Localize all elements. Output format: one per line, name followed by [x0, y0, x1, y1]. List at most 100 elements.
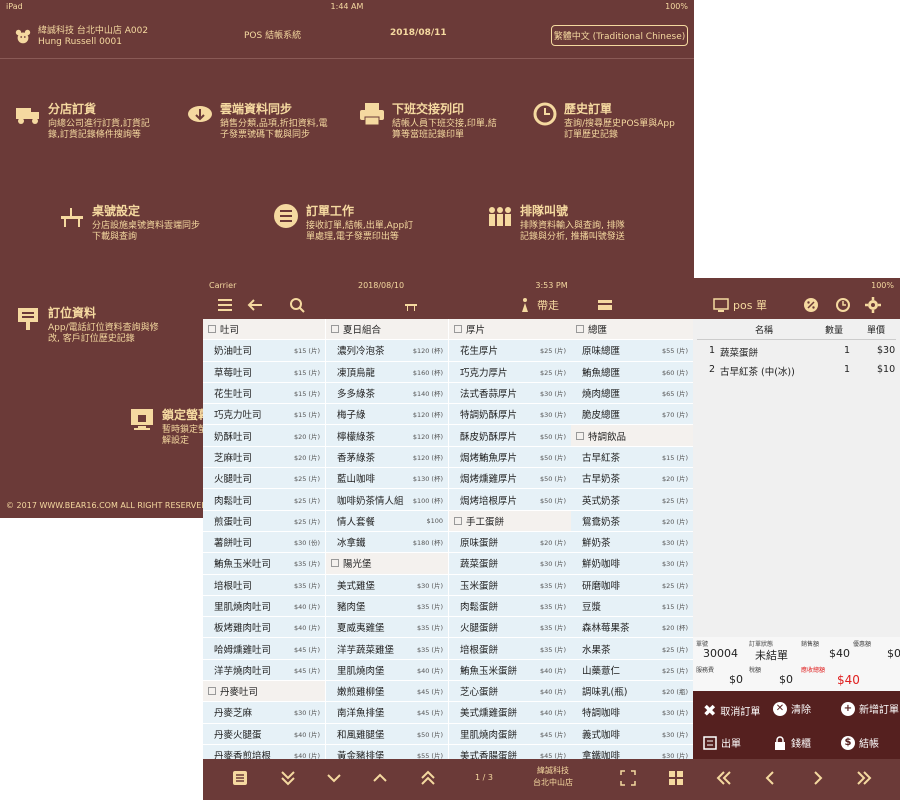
product-item[interactable]: 火腿吐司 $25 (片) — [203, 468, 325, 490]
product-item[interactable]: 肉鬆蛋餅 $35 (片) — [449, 595, 571, 618]
new-order-button[interactable]: + 新增訂單 — [841, 701, 899, 716]
product-item[interactable]: 特調咖啡 $30 (片) — [571, 702, 693, 724]
product-item[interactable]: 美式雞堡 $30 (片) — [326, 574, 448, 596]
product-item[interactable]: 鮪魚玉米吐司 $35 (片) — [203, 553, 325, 575]
product-item[interactable]: 花生吐司 $15 (片) — [203, 382, 325, 405]
product-item[interactable]: 南洋魚排堡 $45 (片) — [326, 702, 448, 724]
menu-shift-print[interactable]: 下班交接列印 結帳人員下班交接,印單,結 算等當班記錄印單 — [358, 100, 497, 141]
product-item[interactable]: 煎蛋吐司 $25 (片) — [203, 510, 325, 532]
product-item[interactable]: 研磨咖啡 $25 (片) — [571, 574, 693, 596]
product-item[interactable]: 嫩煎雞柳堡 $45 (片) — [326, 681, 448, 703]
next-page-button[interactable] — [809, 769, 827, 792]
product-item[interactable]: 藍山咖啡 $130 (杯) — [326, 468, 448, 490]
search-button[interactable] — [289, 295, 305, 315]
product-item[interactable]: 梅子綠 $120 (杯) — [326, 404, 448, 426]
product-item[interactable]: 芝麻吐司 $20 (片) — [203, 446, 325, 469]
product-item[interactable]: 燒肉總匯 $65 (片) — [571, 382, 693, 405]
product-item[interactable]: 原味蛋餅 $20 (片) — [449, 531, 571, 554]
menu-order-work[interactable]: 訂單工作 接收訂單,結帳,出單,App訂 單處理,電子發票印出等 — [272, 202, 413, 243]
product-item[interactable]: 酥皮奶酥厚片 $50 (片) — [449, 425, 571, 447]
product-item[interactable]: 芝心蛋餅 $40 (片) — [449, 681, 571, 703]
product-item[interactable]: 里肌燒肉蛋餅 $45 (片) — [449, 723, 571, 745]
menu-lock-screen[interactable]: 鎖定螢幕 暫時鎖定螢 解設定 — [128, 406, 210, 447]
cancel-order-button[interactable]: ✖ 取消訂單 — [703, 701, 760, 720]
product-item[interactable]: 花生厚片 $25 (片) — [449, 340, 571, 362]
clear-button[interactable]: ✕ 清除 — [773, 701, 811, 716]
product-item[interactable]: 情人套餐 $100 — [326, 510, 448, 532]
order-row[interactable]: 2 古早紅茶 (中(冰)) 1 $10 — [693, 364, 900, 380]
product-item[interactable]: 火腿蛋餅 $35 (片) — [449, 617, 571, 639]
menu-reservation[interactable]: 訂位資料 App/電話訂位資料查詢與修 改, 客戶訂位歷史記錄 — [14, 304, 159, 345]
fullscreen-button[interactable] — [619, 769, 637, 792]
product-item[interactable]: 鴛鴦奶茶 $20 (片) — [571, 510, 693, 532]
card-button[interactable] — [597, 295, 613, 315]
product-item[interactable]: 法式香蒜厚片 $30 (片) — [449, 382, 571, 405]
product-item[interactable]: 薯餅吐司 $30 (份) — [203, 531, 325, 554]
checkout-button[interactable]: $ 結帳 — [841, 735, 879, 750]
product-item[interactable]: 濃列冷泡茶 $120 (杯) — [326, 340, 448, 362]
product-item[interactable]: 咖啡奶茶情人組 $100 (杯) — [326, 489, 448, 511]
product-item[interactable]: 焗烤燻雞厚片 $50 (片) — [449, 468, 571, 490]
product-item[interactable]: 英式奶茶 $25 (片) — [571, 489, 693, 511]
product-item[interactable]: 脆皮總匯 $70 (片) — [571, 404, 693, 426]
back-button[interactable] — [247, 295, 263, 315]
product-item[interactable]: 山藥薏仁 $25 (片) — [571, 659, 693, 682]
product-item[interactable]: 豬肉堡 $35 (片) — [326, 595, 448, 618]
menu-table-setting[interactable]: 桌號設定 分店設施桌號資料雲端同步 下載與查詢 — [58, 202, 200, 243]
grid-view-button[interactable] — [667, 769, 685, 792]
product-item[interactable]: 哈姆燻雞吐司 $45 (片) — [203, 638, 325, 660]
product-item[interactable]: 古早奶茶 $20 (片) — [571, 468, 693, 490]
product-item[interactable]: 里肌燒肉堡 $40 (片) — [326, 659, 448, 682]
order-row[interactable]: 1 蔬菜蛋餅 1 $30 — [693, 345, 900, 361]
product-item[interactable]: 奶油吐司 $15 (片) — [203, 340, 325, 362]
print-order-button[interactable]: 出單 — [703, 735, 741, 750]
language-button[interactable]: 繁體中文 (Traditional Chinese) — [551, 25, 688, 46]
takeout-button[interactable]: 帶走 — [517, 295, 559, 315]
product-item[interactable]: 洋芋蔬菜雞堡 $35 (片) — [326, 638, 448, 660]
product-item[interactable]: 水果茶 $25 (片) — [571, 638, 693, 660]
product-item[interactable]: 丹麥芝麻 $30 (片) — [203, 702, 325, 724]
menu-order-history[interactable]: 歷史訂單 查詢/搜尋歷史POS單與App 訂單歷史記錄 — [530, 100, 675, 141]
scroll-up-button[interactable] — [371, 769, 389, 792]
product-item[interactable]: 豆漿 $15 (片) — [571, 595, 693, 618]
product-item[interactable]: 美式燻雞蛋餅 $40 (片) — [449, 702, 571, 724]
product-item[interactable]: 玉米蛋餅 $35 (片) — [449, 574, 571, 596]
settings-button[interactable] — [865, 295, 881, 315]
pos-order-button[interactable]: pos 單 — [713, 295, 767, 315]
product-item[interactable]: 板烤雞肉吐司 $40 (片) — [203, 617, 325, 639]
product-item[interactable]: 多多綠茶 $140 (杯) — [326, 382, 448, 405]
product-item[interactable]: 冰拿鐵 $180 (杯) — [326, 531, 448, 554]
list-button[interactable] — [231, 769, 249, 792]
product-item[interactable]: 洋芋燒肉吐司 $45 (片) — [203, 659, 325, 682]
product-item[interactable]: 草莓吐司 $15 (片) — [203, 361, 325, 383]
scroll-top-button[interactable] — [419, 769, 437, 792]
product-item[interactable]: 肉鬆吐司 $25 (片) — [203, 489, 325, 511]
product-item[interactable]: 焗烤鮪魚厚片 $50 (片) — [449, 446, 571, 469]
product-item[interactable]: 夏威夷雞堡 $35 (片) — [326, 617, 448, 639]
prev-page-button[interactable] — [761, 769, 779, 792]
product-item[interactable]: 培根吐司 $35 (片) — [203, 574, 325, 596]
product-item[interactable]: 森林莓果茶 $20 (杯) — [571, 617, 693, 639]
discount-button[interactable] — [803, 295, 819, 315]
product-item[interactable]: 和風雞腿堡 $50 (片) — [326, 723, 448, 745]
product-item[interactable]: 焗烤培根厚片 $50 (片) — [449, 489, 571, 511]
last-page-button[interactable] — [855, 769, 873, 792]
product-item[interactable]: 古早紅茶 $15 (片) — [571, 446, 693, 469]
menu-queue[interactable]: 排隊叫號 排隊資料輸入與查詢, 排隊 記錄與分析, 推播叫號發送 — [486, 202, 625, 243]
menu-branch-order[interactable]: 分店訂貨 向總公司進行訂貨,訂貨記 錄,訂貨記錄條件搜詢等 — [14, 100, 150, 141]
product-item[interactable]: 巧克力吐司 $15 (片) — [203, 404, 325, 426]
product-item[interactable]: 鮪魚玉米蛋餅 $40 (片) — [449, 659, 571, 682]
product-item[interactable]: 培根蛋餅 $35 (片) — [449, 638, 571, 660]
menu-button[interactable] — [217, 295, 233, 315]
history-button[interactable] — [835, 295, 851, 315]
cash-drawer-button[interactable]: 錢櫃 — [773, 735, 811, 750]
product-item[interactable]: 香茅綠茶 $120 (杯) — [326, 446, 448, 469]
scroll-bottom-button[interactable] — [279, 769, 297, 792]
product-item[interactable]: 鮮奶茶 $30 (片) — [571, 531, 693, 554]
product-item[interactable]: 蔬菜蛋餅 $30 (片) — [449, 553, 571, 575]
product-item[interactable]: 凍頂烏龍 $160 (杯) — [326, 361, 448, 383]
scroll-down-button[interactable] — [325, 769, 343, 792]
product-item[interactable]: 義式咖啡 $30 (片) — [571, 723, 693, 745]
first-page-button[interactable] — [715, 769, 733, 792]
product-item[interactable]: 鮪魚總匯 $60 (片) — [571, 361, 693, 383]
